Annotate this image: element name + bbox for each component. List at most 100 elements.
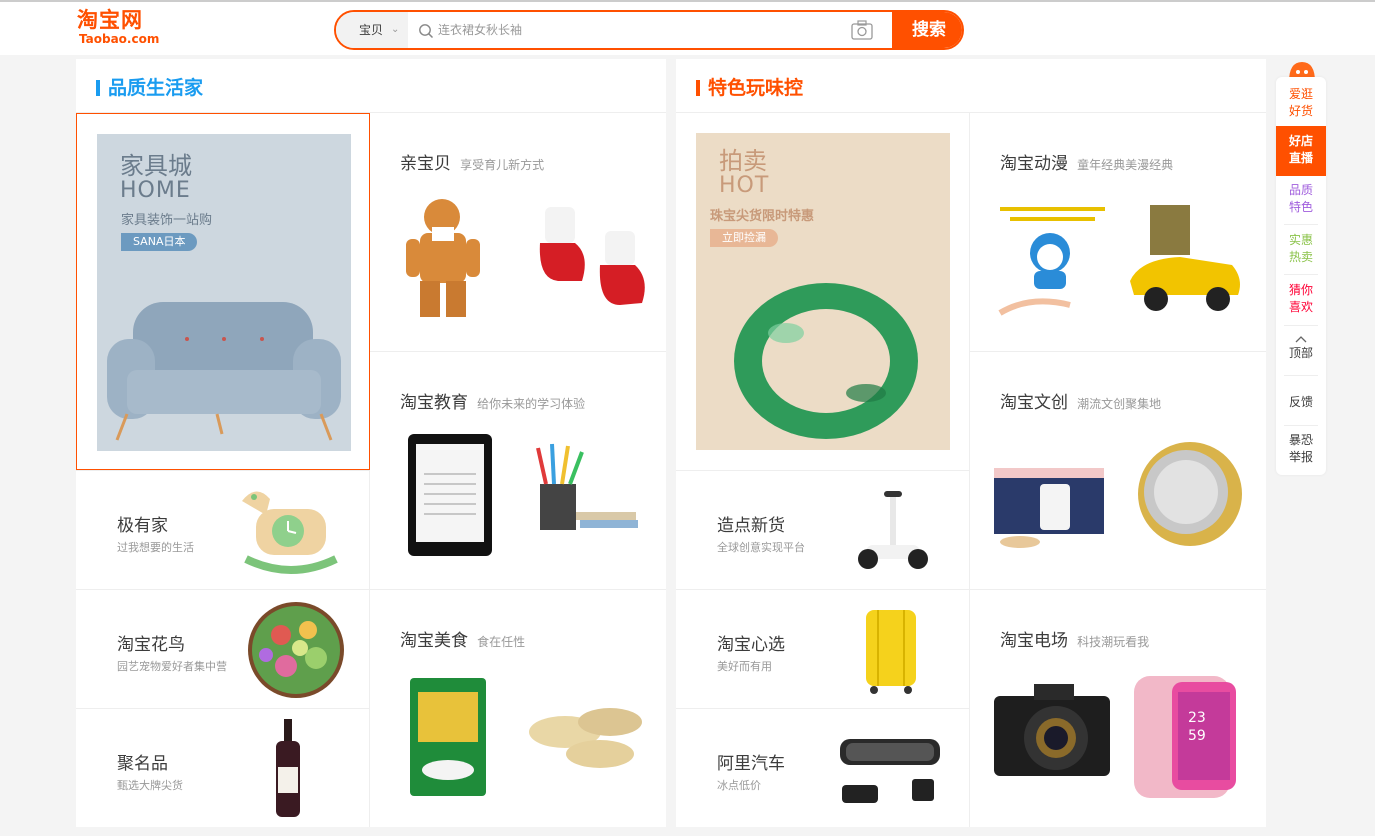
- logo-text-cn: 淘宝网: [77, 8, 143, 32]
- feedback-button[interactable]: 反馈: [1276, 394, 1326, 411]
- feature-subtitle: 珠宝尖货限时特惠: [710, 209, 815, 224]
- item-title: 淘宝花鸟: [117, 635, 185, 655]
- furniture-banner: 家具城 HOME 家具装饰一站购 SANA日本: [97, 134, 351, 451]
- list-item[interactable]: 造点新货 全球创意实现平台: [676, 471, 970, 589]
- nav-label: 爱逛: [1288, 87, 1313, 101]
- camera-icon[interactable]: [851, 20, 873, 40]
- divider: [1284, 224, 1318, 225]
- fun-features-panel: 特色玩味控 拍卖 HOT 珠宝尖货限时特惠 立即捡漏 造点新货 全球创意实现平台: [676, 59, 1266, 827]
- item-title: 淘宝心选: [717, 635, 785, 655]
- feature-auction[interactable]: 拍卖 HOT 珠宝尖货限时特惠 立即捡漏: [676, 113, 970, 470]
- feature-tag: SANA日本: [121, 233, 198, 251]
- category-card[interactable]: 亲宝贝 享受育儿新方式: [370, 113, 666, 351]
- item-subtitle: 全球创意实现平台: [717, 541, 805, 554]
- transformer-car-toy-image: [1130, 205, 1240, 311]
- card-subtitle: 享受育儿新方式: [460, 158, 545, 172]
- feature-title-en: HOME: [120, 178, 191, 203]
- svg-text:59: 59: [1188, 728, 1206, 744]
- report-button[interactable]: 暴恐 举报: [1276, 432, 1326, 466]
- item-title: 造点新货: [717, 516, 785, 536]
- search-type-dropdown[interactable]: 宝贝 ⌄: [336, 12, 408, 48]
- divider: [1284, 274, 1318, 275]
- search-input[interactable]: [438, 12, 848, 48]
- rocking-horse-clock-image: [242, 491, 338, 574]
- category-card[interactable]: 淘宝教育 给你未来的学习体验: [370, 352, 666, 590]
- feature-tag: 立即捡漏: [710, 229, 778, 247]
- feature-subtitle: 家具装饰一站购: [121, 213, 213, 228]
- nav-label: 喜欢: [1288, 300, 1313, 314]
- nav-label: 实惠: [1288, 233, 1313, 247]
- nav-label: 猜你: [1288, 283, 1313, 297]
- feature-title-en: HOT: [719, 173, 770, 198]
- card-subtitle: 潮流文创聚集地: [1077, 397, 1162, 411]
- taobao-logo[interactable]: 淘宝网 Taobao.com: [77, 8, 163, 48]
- feature-title: 家具城: [120, 152, 192, 180]
- item-subtitle: 过我想要的生活: [117, 541, 194, 554]
- item-subtitle: 园艺宠物爱好者集中营: [117, 660, 227, 673]
- card-subtitle: 童年经典美漫经典: [1077, 158, 1174, 172]
- suitcase-image: [866, 610, 916, 694]
- logo-text-en: Taobao.com: [79, 32, 160, 46]
- wine-bottle-image: [276, 719, 300, 817]
- auction-banner: 拍卖 HOT 珠宝尖货限时特惠 立即捡漏: [696, 133, 950, 450]
- nav-label: 好店: [1288, 134, 1313, 148]
- list-item[interactable]: 阿里汽车 冰点低价: [676, 709, 970, 827]
- nav-deals[interactable]: 实惠 热卖: [1276, 232, 1326, 266]
- ereader-image: [408, 434, 492, 556]
- list-item[interactable]: 淘宝花鸟 园艺宠物爱好者集中营: [76, 590, 370, 708]
- divider: [1284, 425, 1318, 426]
- card-title: 淘宝电场: [1000, 631, 1068, 651]
- category-card[interactable]: 淘宝电场 科技潮玩看我 23 59: [970, 590, 1266, 828]
- card-subtitle: 食在任性: [477, 635, 526, 649]
- card-title: 淘宝动漫: [1000, 154, 1068, 174]
- nav-label: 顶部: [1288, 346, 1313, 360]
- feature-furniture[interactable]: 家具城 HOME 家具装饰一站购 SANA日本: [76, 113, 370, 470]
- card-subtitle: 科技潮玩看我: [1077, 635, 1150, 649]
- nav-label: 反馈: [1288, 395, 1313, 409]
- pink-smartphone-image: 23 59: [1134, 676, 1236, 798]
- divider: [1284, 325, 1318, 326]
- dslr-camera-image: [994, 684, 1110, 776]
- card-title: 亲宝贝: [400, 154, 451, 174]
- succulent-plants-image: [248, 602, 344, 698]
- list-item[interactable]: 淘宝心选 美好而有用: [676, 590, 970, 708]
- panel-title[interactable]: 特色玩味控: [696, 77, 803, 99]
- commemorative-coins-image: [1138, 442, 1242, 546]
- item-subtitle: 美好而有用: [717, 660, 772, 673]
- chevron-up-icon: [1295, 336, 1307, 343]
- feature-title: 拍卖: [719, 147, 767, 175]
- category-card[interactable]: 淘宝文创 潮流文创聚集地: [970, 352, 1266, 590]
- nav-label: 暴恐: [1288, 433, 1313, 447]
- item-subtitle: 甄选大牌尖货: [117, 779, 183, 792]
- rice-bag-image: [410, 678, 486, 796]
- category-card[interactable]: 淘宝动漫 童年经典美漫经典: [970, 113, 1266, 351]
- list-item[interactable]: 聚名品 甄选大牌尖货: [76, 709, 370, 827]
- item-title: 极有家: [117, 516, 168, 536]
- category-card[interactable]: 淘宝美食 食在任性: [370, 590, 666, 828]
- list-item[interactable]: 极有家 过我想要的生活: [76, 471, 370, 589]
- nav-label: 特色: [1288, 200, 1313, 214]
- divider: [1284, 375, 1318, 376]
- svg-text:23: 23: [1188, 710, 1206, 726]
- quality-life-panel: 品质生活家 家具城 HOME 家具装饰一站购 SANA日本 极有家 过我想要的生…: [76, 59, 666, 827]
- search-bar: 宝贝 ⌄ 搜索: [334, 10, 964, 50]
- panel-title[interactable]: 品质生活家: [96, 77, 203, 99]
- nav-label: 好货: [1288, 104, 1313, 118]
- search-button[interactable]: 搜索: [892, 12, 962, 48]
- cultural-gift-set-image: [994, 468, 1104, 548]
- nav-guess-you-like[interactable]: 猜你 喜欢: [1276, 282, 1326, 316]
- nav-live-shops[interactable]: 好店 直播: [1276, 126, 1326, 176]
- pencil-cup-image: [536, 443, 638, 530]
- card-title: 淘宝文创: [1000, 393, 1068, 413]
- search-icon: [419, 24, 434, 39]
- balance-scooter-image: [858, 491, 928, 569]
- baby-romper-image: [406, 199, 480, 317]
- search-type-label: 宝贝: [359, 23, 384, 37]
- back-to-top-button[interactable]: 顶部: [1276, 333, 1326, 362]
- flying-doraemon-toy-image: [998, 207, 1105, 316]
- dried-bamboo-shoots-image: [529, 708, 642, 768]
- right-sidebar-nav: 爱逛 好货 好店 直播 品质 特色 实惠 热卖 猜你 喜欢 顶部 反馈 暴恐 举…: [1276, 77, 1326, 475]
- item-title: 阿里汽车: [717, 754, 785, 774]
- nav-browse-goods[interactable]: 爱逛 好货: [1276, 86, 1326, 120]
- nav-quality-features[interactable]: 品质 特色: [1276, 182, 1326, 216]
